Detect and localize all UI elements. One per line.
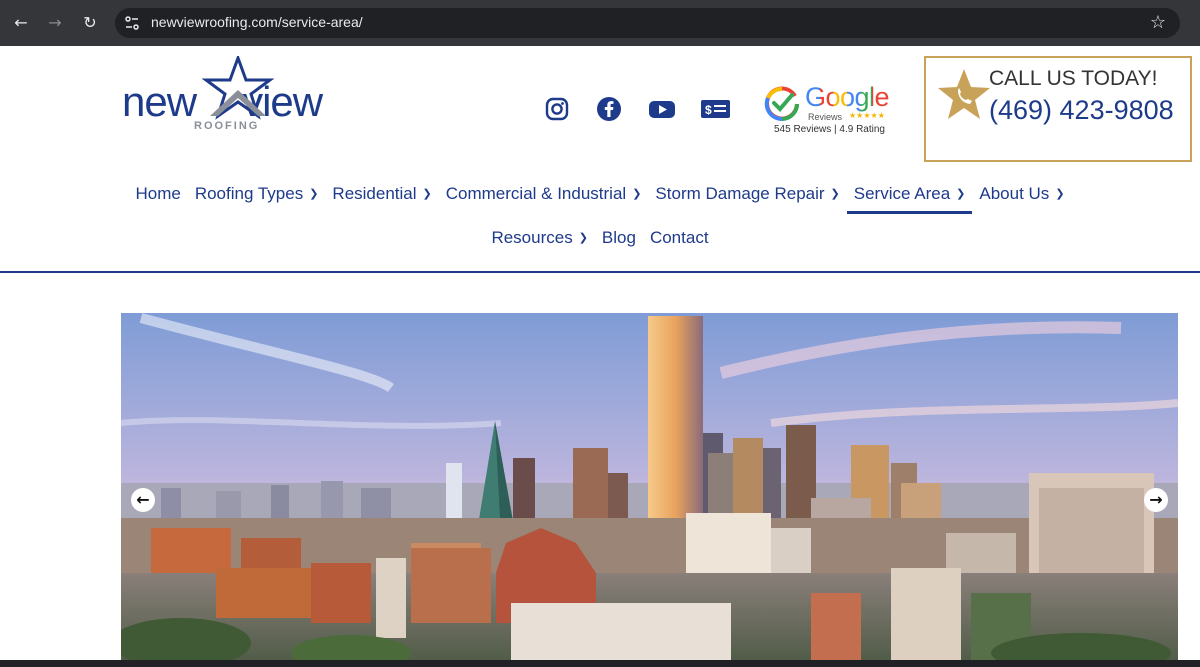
reload-icon[interactable]: ↻ <box>78 11 102 35</box>
menu-item-about-us[interactable]: About Us ❯ <box>972 184 1071 204</box>
hero-slider[interactable]: ← → <box>121 313 1178 667</box>
slider-next-arrow-icon[interactable]: → <box>1144 488 1168 512</box>
site-logo[interactable]: new view ROOFING <box>122 56 347 136</box>
instagram-icon[interactable] <box>544 96 570 122</box>
logo-subtitle: ROOFING <box>194 120 260 132</box>
bookmark-star-icon[interactable]: ☆ <box>1150 12 1166 33</box>
url-text[interactable]: newviewroofing.com/service-area/ <box>151 14 363 30</box>
svg-text:$: $ <box>705 103 712 117</box>
call-us-box[interactable]: CALL US TODAY! (469) 423-9808 <box>924 56 1192 162</box>
menu-item-blog[interactable]: Blog <box>595 228 643 248</box>
chevron-down-icon: ❯ <box>422 188 432 200</box>
chevron-down-icon: ❯ <box>1055 188 1065 200</box>
rating-stars-icon: ★★★★★ <box>849 111 885 120</box>
chevron-down-icon: ❯ <box>309 188 319 200</box>
forward-icon[interactable]: → <box>43 11 67 35</box>
google-reviews-label: Reviews <box>808 112 843 122</box>
site-settings-icon[interactable] <box>123 14 141 32</box>
header-divider <box>0 271 1200 273</box>
back-icon[interactable]: ← <box>9 11 33 35</box>
youtube-icon[interactable] <box>648 96 676 122</box>
chevron-down-icon: ❯ <box>578 232 588 244</box>
menu-item-service-area[interactable]: Service Area ❯ <box>846 184 973 214</box>
main-menu-row-2: Resources ❯ Blog Contact <box>0 228 1200 248</box>
address-bar[interactable]: newviewroofing.com/service-area/ ☆ <box>115 8 1180 38</box>
logo-word-new: new <box>122 78 197 125</box>
web-page: new view ROOFING $ Google Reviews ★★★★★ … <box>0 46 1200 667</box>
logo-star-icon <box>202 56 274 120</box>
menu-item-contact[interactable]: Contact <box>643 228 716 248</box>
menu-item-home[interactable]: Home <box>128 184 187 204</box>
dallas-skyline-image <box>121 313 1178 667</box>
chevron-down-icon: ❯ <box>830 188 840 200</box>
phone-star-icon <box>938 69 990 119</box>
google-wordmark: Google <box>805 82 890 112</box>
phone-number-link[interactable]: (469) 423-9808 <box>989 96 1184 124</box>
slider-prev-arrow-icon[interactable]: ← <box>131 488 155 512</box>
chevron-down-icon: ❯ <box>632 188 642 200</box>
google-reviews-badge[interactable]: Google Reviews ★★★★★ 545 Reviews | 4.9 R… <box>764 82 898 138</box>
call-title: CALL US TODAY! <box>989 67 1158 90</box>
google-review-meta: 545 Reviews | 4.9 Rating <box>774 124 885 135</box>
facebook-icon[interactable] <box>596 96 622 122</box>
menu-item-roofing-types[interactable]: Roofing Types ❯ <box>188 184 326 204</box>
main-menu-row-1: Home Roofing Types ❯ Residential ❯ Commerc… <box>0 184 1200 214</box>
menu-item-residential[interactable]: Residential ❯ <box>325 184 438 204</box>
google-check-icon <box>764 86 799 122</box>
menu-item-commercial-industrial[interactable]: Commercial & Industrial ❯ <box>439 184 649 204</box>
browser-toolbar: ← → ↻ newviewroofing.com/service-area/ ☆ <box>0 0 1200 46</box>
menu-item-storm-damage-repair[interactable]: Storm Damage Repair ❯ <box>648 184 846 204</box>
chevron-down-icon: ❯ <box>956 188 966 200</box>
taskbar-strip <box>0 660 1200 667</box>
payment-icon[interactable]: $ <box>700 96 731 122</box>
menu-item-resources[interactable]: Resources ❯ <box>484 228 594 248</box>
